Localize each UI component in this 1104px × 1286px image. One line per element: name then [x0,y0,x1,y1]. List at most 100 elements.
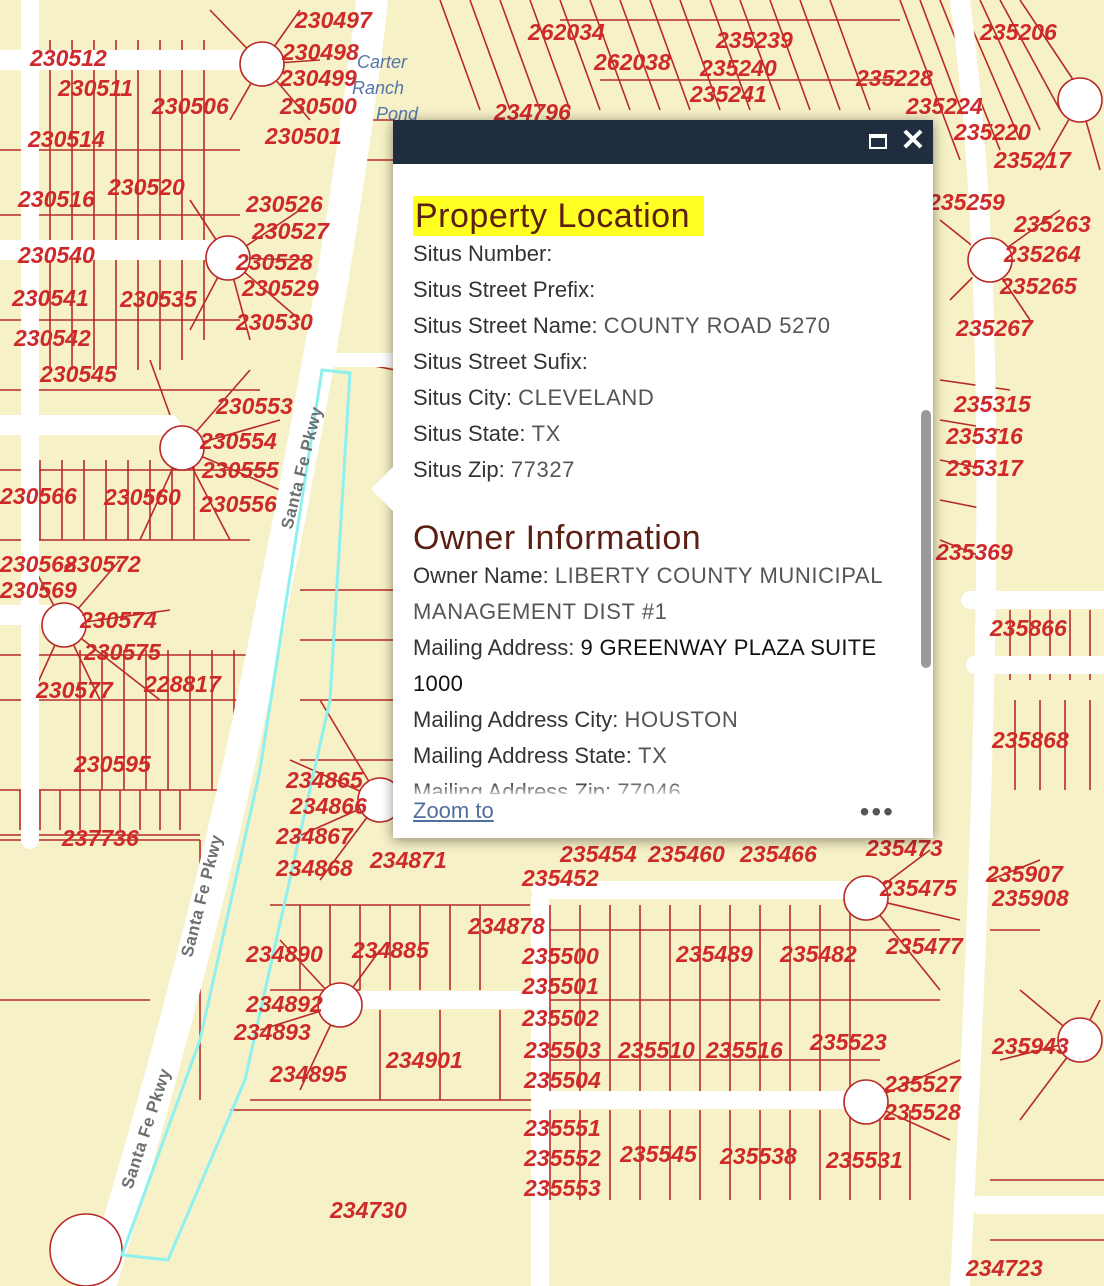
field-label: Mailing Address City: [413,707,619,732]
close-icon[interactable]: ✕ [899,126,927,156]
water-label: Carter [357,52,408,72]
parcel-label: 230520 [107,174,185,200]
parcel-label: 235369 [935,539,1013,565]
parcel-label: 235217 [993,147,1072,173]
water-label: Ranch [352,78,404,98]
parcel-label: 234890 [245,941,323,967]
parcel-label: 230501 [264,123,342,149]
parcel-label: 235907 [985,861,1064,887]
field-label: Situs Street Prefix: [413,277,596,302]
section-title-owner-information: Owner Information [413,519,702,557]
parcel-label: 230541 [11,285,89,311]
field-row: Mailing Address City: HOUSTON [413,702,903,738]
parcel-label: 230500 [279,93,357,119]
parcel-label: 235475 [879,875,958,901]
content-fade [413,782,903,794]
parcel-label: 235943 [991,1033,1069,1059]
parcel-label: 235504 [523,1067,601,1093]
parcel-label: 235240 [699,55,777,81]
parcel-label: 235263 [1013,211,1091,237]
field-row: Mailing Address: 9 GREENWAY PLAZA SUITE … [413,630,903,702]
parcel-label: 235239 [715,27,793,53]
parcel-label: 230535 [119,286,198,312]
parcel-label: 235454 [559,841,637,867]
parcel-label: 235527 [883,1071,962,1097]
parcel-label: 237736 [61,825,139,851]
parcel-label: 234730 [329,1197,407,1223]
popup-content[interactable]: Property Location Situs Number: Situs St… [413,164,903,794]
parcel-label: 230514 [27,126,105,152]
field-value: COUNTY ROAD 5270 [603,313,831,338]
owner-information-fields: Owner Name: LIBERTY COUNTY MUNICIPAL MAN… [413,558,903,794]
popup-pointer [371,467,393,511]
field-value: 77327 [510,457,576,482]
maximize-icon[interactable] [865,128,893,156]
parcel-label: 230527 [251,218,330,244]
parcel-label: 235866 [989,615,1067,641]
field-row: Situs Number: [413,236,903,272]
parcel-label: 235868 [991,727,1069,753]
parcel-label: 230512 [29,45,107,71]
parcel-label: 235516 [705,1037,783,1063]
field-row: Situs State: TX [413,416,903,452]
parcel-label: 230511 [57,75,133,101]
parcel-label: 235220 [953,119,1031,145]
parcel-label: 230553 [215,393,293,419]
field-label: Situs Street Name: [413,313,598,338]
parcel-label: 234901 [385,1047,463,1073]
field-label: Situs City: [413,385,513,410]
parcel-label: 234895 [269,1061,348,1087]
scrollbar-thumb[interactable] [921,410,931,668]
feature-popup[interactable]: ✕ Property Location Situs Number: Situs … [371,120,933,838]
parcel-label: 230566 [0,483,77,509]
parcel-label: 230540 [17,242,95,268]
parcel-label: 230498 [281,39,359,65]
parcel-label: 235477 [885,933,964,959]
parcel-label: 235500 [521,943,599,969]
field-value: TX [638,743,668,768]
field-row: Situs City: CLEVELAND [413,380,903,416]
field-label: Situs Zip: [413,457,505,482]
parcel-label: 234723 [965,1255,1043,1281]
parcel-label: 235228 [855,65,933,91]
field-value: TX [531,421,561,446]
field-label: Situs Number: [413,241,553,266]
parcel-label: 234865 [285,767,364,793]
parcel-label: 235259 [927,189,1005,215]
field-row: Situs Street Sufix: [413,344,903,380]
field-label: Situs Street Sufix: [413,349,588,374]
parcel-label: 235528 [883,1099,961,1125]
parcel-label: 262038 [593,49,671,75]
section-title-property-location: Property Location [413,196,704,236]
parcel-label: 235315 [953,391,1032,417]
parcel-label: 235265 [999,273,1078,299]
parcel-label: 235466 [739,841,817,867]
parcel-label: 235501 [521,973,599,999]
parcel-label: 235553 [523,1175,601,1201]
field-row: Owner Name: LIBERTY COUNTY MUNICIPAL MAN… [413,558,903,630]
parcel-label: 235552 [523,1145,601,1171]
field-label: Situs State: [413,421,526,446]
field-value: CLEVELAND [518,385,655,410]
more-options-icon[interactable]: ••• [860,796,895,828]
parcel-label: 230506 [151,93,229,119]
parcel-label: 230572 [63,551,141,577]
parcel-label: 235489 [675,941,753,967]
zoom-to-link[interactable]: Zoom to [413,798,494,823]
parcel-label: 235317 [945,455,1024,481]
parcel-label: 230542 [13,325,91,351]
parcel-label: 230569 [0,577,77,603]
parcel-label: 230555 [201,457,280,483]
parcel-label: 235267 [955,315,1034,341]
parcel-label: 228817 [143,671,222,697]
parcel-label: 235241 [689,81,767,107]
parcel-label: 235908 [991,885,1069,911]
parcel-label: 230556 [199,491,277,517]
parcel-label: 230574 [79,607,157,633]
parcel-label: 230554 [199,428,277,454]
parcel-label: 235523 [809,1029,887,1055]
parcel-label: 234893 [233,1019,311,1045]
parcel-label: 262034 [527,19,605,45]
popup-footer: Zoom to ••• [413,796,913,828]
parcel-label: 230497 [294,7,373,33]
